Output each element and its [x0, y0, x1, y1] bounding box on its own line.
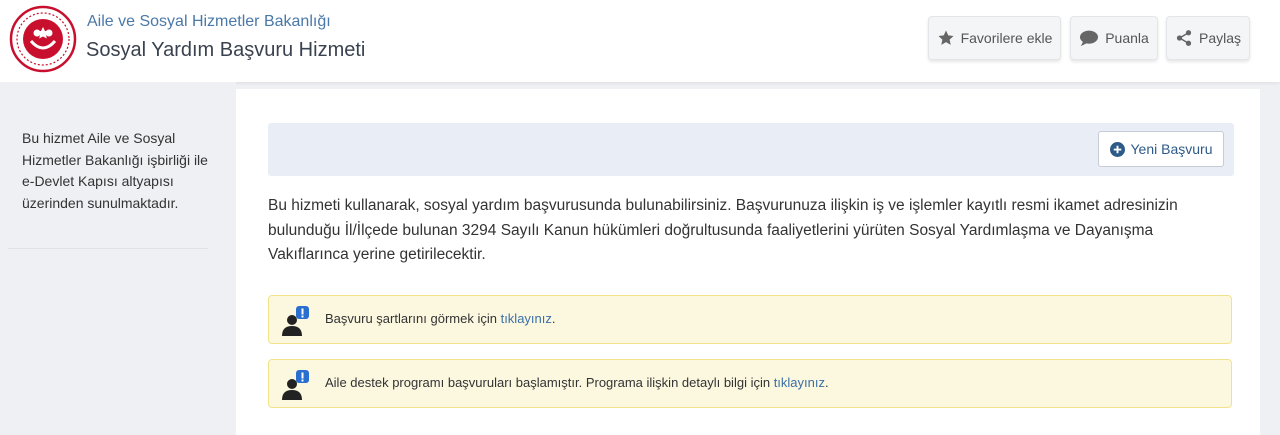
rate-button[interactable]: Puanla — [1070, 16, 1158, 60]
service-description: Bu hizmeti kullanarak, sosyal yardım baş… — [268, 197, 1178, 263]
ministry-name[interactable]: Aile ve Sosyal Hizmetler Bakanlığı — [87, 13, 331, 31]
sidebar: Bu hizmet Aile ve Sosyal Hizmetler Bakan… — [0, 82, 236, 435]
action-toolbar: Yeni Başvuru — [268, 123, 1234, 176]
alert-message: Aile destek programı başvuruları başlamı… — [325, 375, 774, 390]
user-alert-icon — [282, 370, 309, 400]
star-icon — [938, 30, 954, 45]
alert-suffix: . — [551, 311, 556, 326]
new-application-label: Yeni Başvuru — [1130, 141, 1213, 157]
plus-circle-icon — [1109, 141, 1125, 157]
share-icon — [1176, 30, 1192, 46]
share-label: Paylaş — [1198, 30, 1242, 46]
page-header: Aile ve Sosyal Hizmetler Bakanlığı Sosya… — [0, 0, 1280, 82]
ministry-logo-icon[interactable] — [9, 5, 77, 73]
new-application-button[interactable]: Yeni Başvuru — [1098, 131, 1224, 167]
favorite-label: Favorilere ekle — [960, 30, 1053, 46]
alert-requirements: Başvuru şartlarını görmek için tıklayını… — [268, 295, 1232, 344]
alert-link[interactable]: tıklayınız — [774, 375, 825, 390]
user-alert-icon — [282, 306, 309, 336]
alert-text: Aile destek programı başvuruları başlamı… — [325, 375, 829, 390]
page-title: Sosyal Yardım Başvuru Hizmeti — [86, 39, 366, 61]
alert-text: Başvuru şartlarını görmek için tıklayını… — [325, 311, 556, 326]
alert-message: Başvuru şartlarını görmek için — [325, 311, 501, 326]
sidebar-info-text: Bu hizmet Aile ve Sosyal Hizmetler Bakan… — [22, 130, 208, 211]
sidebar-divider — [8, 248, 208, 249]
main-content: Yeni Başvuru Bu hizmeti kullanarak, sosy… — [236, 89, 1260, 435]
speech-bubble-icon — [1080, 30, 1099, 47]
rate-label: Puanla — [1105, 30, 1149, 46]
favorite-button[interactable]: Favorilere ekle — [928, 16, 1061, 60]
alert-family-support: Aile destek programı başvuruları başlamı… — [268, 359, 1232, 408]
alert-suffix: . — [824, 375, 829, 390]
alert-link[interactable]: tıklayınız — [501, 311, 552, 326]
share-button[interactable]: Paylaş — [1166, 16, 1250, 60]
